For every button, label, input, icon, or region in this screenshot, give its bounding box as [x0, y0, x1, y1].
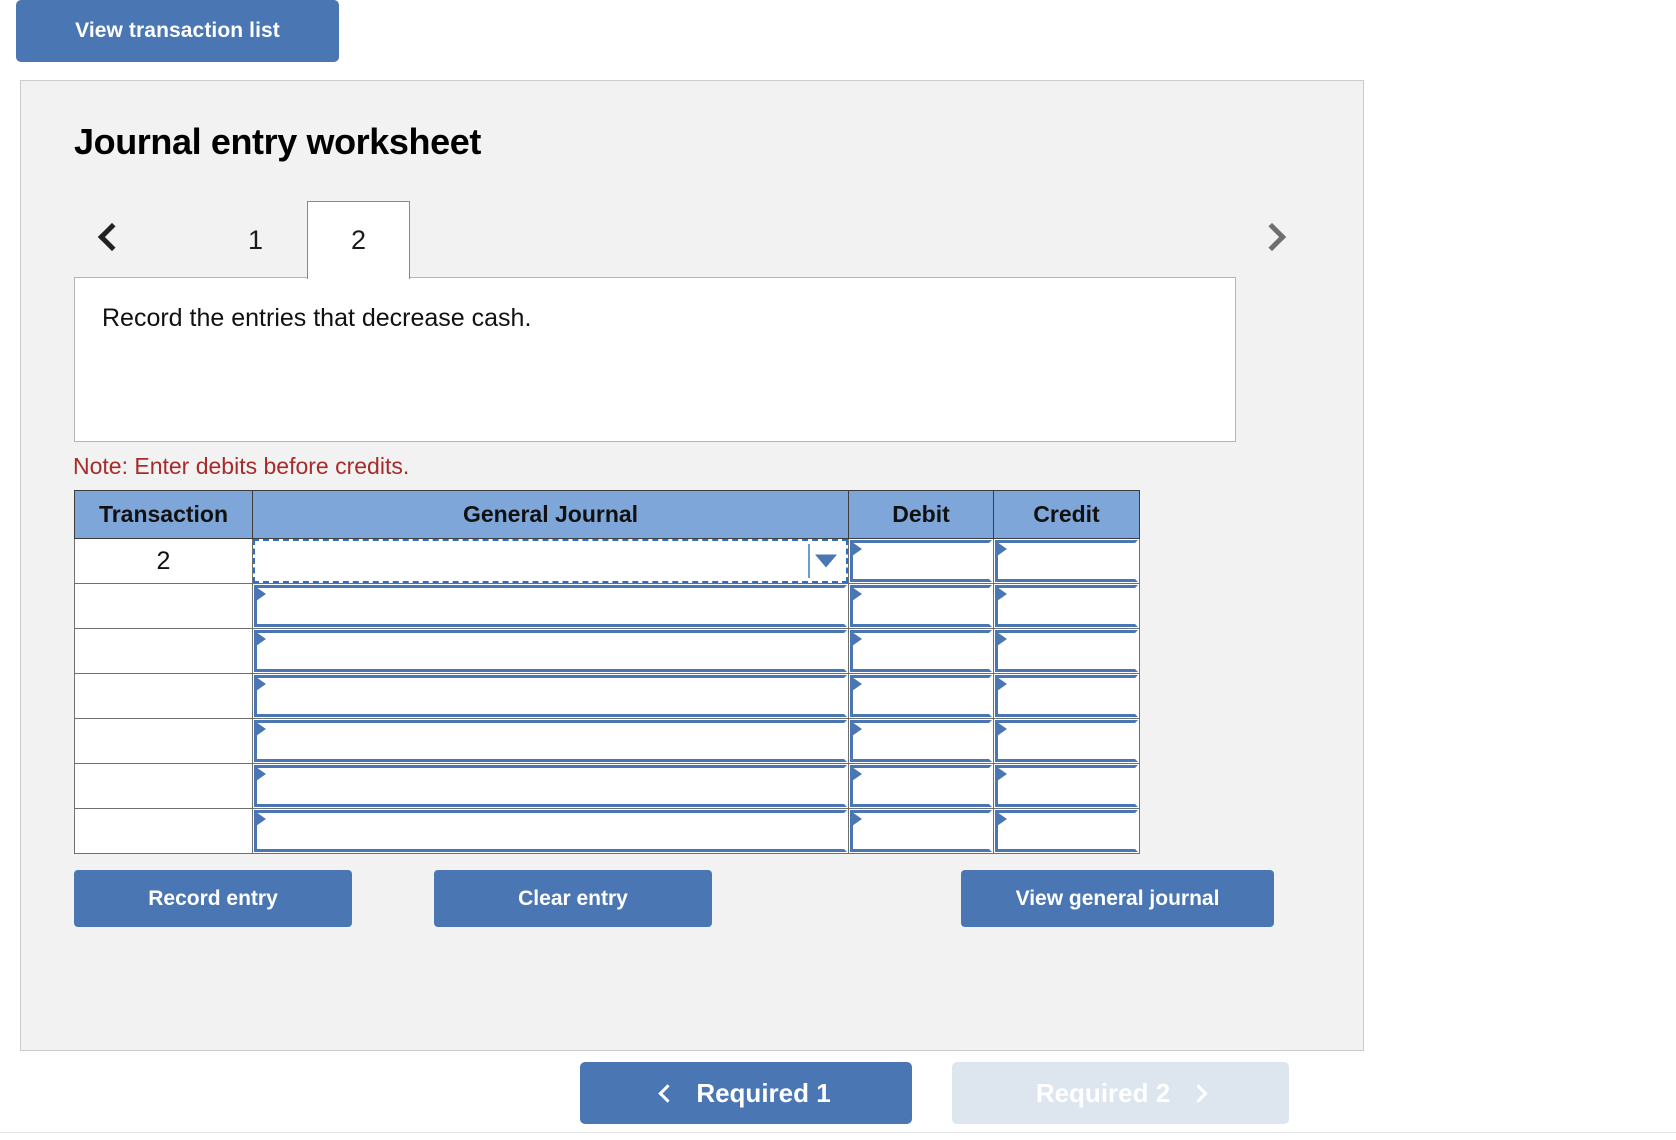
debit-input[interactable] [850, 675, 992, 717]
journal-entry-worksheet-panel: Journal entry worksheet 1 2 Record the e… [20, 80, 1364, 1051]
cell-credit[interactable] [993, 808, 1140, 854]
chevron-right-glyph [1257, 222, 1287, 252]
view-transaction-list-button[interactable]: View transaction list [16, 0, 339, 62]
footer-divider [0, 1132, 1676, 1133]
cell-general-journal[interactable] [252, 763, 849, 809]
cell-debit[interactable] [848, 673, 994, 719]
account-select[interactable] [254, 675, 847, 717]
required-1-label: Required 1 [696, 1077, 831, 1108]
note-text: Note: Enter debits before credits. [73, 453, 410, 479]
cell-general-journal[interactable] [252, 628, 849, 674]
cell-transaction[interactable] [74, 628, 253, 674]
cell-credit[interactable] [993, 718, 1140, 764]
cell-transaction[interactable] [74, 583, 253, 629]
account-select[interactable] [254, 720, 847, 762]
record-entry-button[interactable]: Record entry [74, 870, 352, 927]
required-1-button[interactable]: Required 1 [580, 1062, 912, 1124]
credit-input[interactable] [995, 765, 1138, 807]
cell-credit[interactable] [993, 763, 1140, 809]
table-header-row: Transaction General Journal Debit Credit [74, 490, 1140, 539]
cell-debit[interactable] [848, 763, 994, 809]
cell-debit[interactable] [848, 583, 994, 629]
table-row [74, 718, 1140, 764]
journal-entry-table: Transaction General Journal Debit Credit… [74, 490, 1140, 854]
cell-transaction[interactable] [74, 763, 253, 809]
chevron-down-icon[interactable] [815, 554, 837, 568]
required-2-label: Required 2 [1035, 1077, 1171, 1108]
table-row: 2 [74, 538, 1140, 584]
tab-2[interactable]: 2 [307, 201, 410, 279]
debit-input[interactable] [850, 630, 992, 672]
credit-input[interactable] [995, 585, 1138, 627]
cell-credit[interactable] [993, 673, 1140, 719]
debit-input[interactable] [850, 810, 992, 852]
account-select[interactable] [254, 585, 847, 627]
tab-1[interactable]: 1 [204, 201, 307, 279]
journal-table-body: 2 [74, 538, 1140, 854]
debit-input[interactable] [850, 540, 992, 582]
column-header-transaction: Transaction [74, 490, 253, 539]
credit-input[interactable] [995, 810, 1138, 852]
chevron-right-icon [1189, 1083, 1208, 1103]
view-general-journal-button[interactable]: View general journal [961, 870, 1274, 927]
credit-input[interactable] [995, 540, 1138, 582]
worksheet-tab-strip: 1 2 [74, 201, 1314, 279]
cell-debit[interactable] [848, 718, 994, 764]
credit-input[interactable] [995, 675, 1138, 717]
chevron-left-icon [658, 1083, 678, 1103]
column-header-credit: Credit [993, 490, 1140, 539]
column-header-debit: Debit [848, 490, 994, 539]
chevron-right-icon[interactable] [1252, 211, 1292, 263]
required-2-button[interactable]: Required 2 [952, 1062, 1289, 1124]
instruction-text: Record the entries that decrease cash. [102, 304, 532, 332]
chevron-left-icon[interactable] [92, 211, 132, 263]
footer-navigation: Required 1 Required 2 [0, 1062, 1676, 1140]
cell-general-journal[interactable] [252, 583, 849, 629]
debit-input[interactable] [850, 585, 992, 627]
credit-input[interactable] [995, 720, 1138, 762]
cell-credit[interactable] [993, 538, 1140, 584]
table-row [74, 763, 1140, 809]
account-select[interactable] [254, 630, 847, 672]
table-row [74, 808, 1140, 854]
table-row [74, 583, 1140, 629]
cell-credit[interactable] [993, 583, 1140, 629]
table-row [74, 628, 1140, 674]
cell-general-journal[interactable] [252, 718, 849, 764]
cell-debit[interactable] [848, 628, 994, 674]
chevron-left-glyph [97, 222, 127, 252]
debit-input[interactable] [850, 720, 992, 762]
account-select[interactable] [254, 810, 847, 852]
column-header-general-journal: General Journal [252, 490, 849, 539]
debit-input[interactable] [850, 765, 992, 807]
cell-debit[interactable] [848, 538, 994, 584]
instruction-panel: Record the entries that decrease cash. [74, 277, 1236, 442]
cell-general-journal[interactable] [252, 538, 849, 584]
dropdown-separator [808, 544, 810, 578]
cell-general-journal[interactable] [252, 808, 849, 854]
table-row [74, 673, 1140, 719]
clear-entry-button[interactable]: Clear entry [434, 870, 712, 927]
cell-credit[interactable] [993, 628, 1140, 674]
cell-debit[interactable] [848, 808, 994, 854]
credit-input[interactable] [995, 630, 1138, 672]
account-select[interactable] [253, 539, 848, 583]
page-title: Journal entry worksheet [74, 121, 481, 162]
cell-transaction[interactable] [74, 808, 253, 854]
cell-transaction[interactable] [74, 673, 253, 719]
account-select[interactable] [254, 765, 847, 807]
cell-general-journal[interactable] [252, 673, 849, 719]
cell-transaction[interactable]: 2 [74, 538, 253, 584]
cell-transaction[interactable] [74, 718, 253, 764]
